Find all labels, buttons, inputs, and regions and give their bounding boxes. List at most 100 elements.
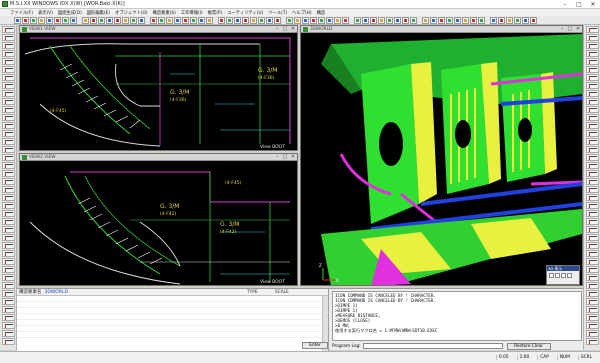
tool-button-icon[interactable]: [1, 74, 15, 81]
toolbar-button-icon[interactable]: [266, 16, 273, 24]
toolbar-button-icon[interactable]: [286, 16, 293, 24]
tool-button-icon[interactable]: [1, 202, 15, 209]
tool-button-icon[interactable]: [1, 298, 15, 305]
program-log-field[interactable]: [362, 343, 503, 349]
tool-button-icon[interactable]: [1, 162, 15, 169]
view-close-button[interactable]: ✕: [289, 26, 297, 32]
tool-button-icon[interactable]: [1, 234, 15, 241]
toolbar-button-icon[interactable]: [250, 16, 257, 24]
toolbar-button-icon[interactable]: [130, 16, 137, 24]
toolbar-button-icon[interactable]: [166, 16, 173, 24]
toolbar-button-icon[interactable]: [470, 16, 477, 24]
tool-button-icon[interactable]: [1, 282, 15, 289]
view-maximize-button[interactable]: □: [566, 26, 574, 32]
toolbar-button-icon[interactable]: [258, 16, 265, 24]
tool-button-icon[interactable]: [585, 282, 599, 289]
rotate-icon[interactable]: [549, 273, 554, 278]
minimize-button[interactable]: –: [558, 0, 572, 9]
toolbar-button-icon[interactable]: [354, 16, 361, 24]
tool-button-icon[interactable]: [585, 106, 599, 113]
toolbar-button-icon[interactable]: [318, 16, 325, 24]
toolbar-button-icon[interactable]: [462, 16, 469, 24]
tool-button-icon[interactable]: [585, 82, 599, 89]
toolbar-button-icon[interactable]: [498, 16, 505, 24]
toolbar-button-icon[interactable]: [430, 16, 437, 24]
pan-icon[interactable]: [555, 273, 560, 278]
toolbar-button-icon[interactable]: [490, 16, 497, 24]
view-maximize-button[interactable]: □: [281, 26, 289, 32]
tool-button-icon[interactable]: [1, 194, 15, 201]
tool-button-icon[interactable]: [585, 50, 599, 57]
maximize-button[interactable]: □: [572, 0, 586, 9]
toolbar-button-icon[interactable]: [422, 16, 429, 24]
tool-button-icon[interactable]: [585, 98, 599, 105]
tool-button-icon[interactable]: [585, 194, 599, 201]
tool-button-icon[interactable]: [1, 314, 15, 321]
toolbar-button-icon[interactable]: [334, 16, 341, 24]
toolbar-button-icon[interactable]: [326, 16, 333, 24]
toolbar-button-icon[interactable]: [158, 16, 165, 24]
3d-model-canvas[interactable]: Z X: [301, 34, 582, 286]
tool-button-icon[interactable]: [585, 186, 599, 193]
tool-button-icon[interactable]: [585, 138, 599, 145]
toolbar-button-icon[interactable]: [310, 16, 317, 24]
tool-button-icon[interactable]: [585, 290, 599, 297]
tool-button-icon[interactable]: [585, 298, 599, 305]
view-window-bottom-left[interactable]: VIEW2 VIEW – □ ✕ G. 3/M (4-F42) G. 3/M (…: [19, 153, 298, 286]
tool-button-icon[interactable]: [1, 322, 15, 329]
tool-button-icon[interactable]: [585, 258, 599, 265]
zoom-icon[interactable]: [561, 273, 566, 278]
tool-button-icon[interactable]: [585, 146, 599, 153]
tool-button-icon[interactable]: [585, 338, 599, 345]
tool-button-icon[interactable]: [1, 138, 15, 145]
tool-button-icon[interactable]: [585, 322, 599, 329]
drawing-canvas-top[interactable]: G. 3/M (4-F36) G. 3/M (4-F36) (4-F45) Vi…: [20, 34, 297, 151]
toolbar-button-icon[interactable]: [274, 16, 281, 24]
tool-button-icon[interactable]: [585, 306, 599, 313]
toolbar-button-icon[interactable]: [62, 16, 69, 24]
toolbar-button-icon[interactable]: [530, 16, 537, 24]
toolbar-button-icon[interactable]: [294, 16, 301, 24]
tool-button-icon[interactable]: [1, 178, 15, 185]
tool-button-icon[interactable]: [1, 186, 15, 193]
toolbar-button-icon[interactable]: [218, 16, 225, 24]
tool-button-icon[interactable]: [1, 106, 15, 113]
tool-button-icon[interactable]: [1, 330, 15, 337]
tool-button-icon[interactable]: [1, 146, 15, 153]
toolbar-button-icon[interactable]: [30, 16, 37, 24]
menu-item-object[interactable]: オブジェクト(O): [115, 10, 148, 16]
tool-button-icon[interactable]: [585, 58, 599, 65]
tool-button-icon[interactable]: [585, 274, 599, 281]
toolbar-button-icon[interactable]: [206, 16, 213, 24]
toolbar-button-icon[interactable]: [46, 16, 53, 24]
tool-button-icon[interactable]: [1, 50, 15, 57]
menu-item-view[interactable]: 表示(V): [38, 10, 53, 16]
view-window-3d[interactable]: 3DWORLD – □ ✕ Z X: [300, 25, 583, 286]
toolbar-button-icon[interactable]: [190, 16, 197, 24]
toolbar-button-icon[interactable]: [522, 16, 529, 24]
menu-item-tools[interactable]: ツール(T): [268, 10, 287, 16]
close-button[interactable]: ✕: [586, 0, 600, 9]
menu-item-info[interactable]: 工作情報(I): [181, 10, 203, 16]
toolbar-button-icon[interactable]: [342, 16, 349, 24]
restore-clear-button[interactable]: Restore Clear: [506, 342, 551, 350]
view-minimize-button[interactable]: –: [558, 26, 566, 32]
tool-button-icon[interactable]: [1, 66, 15, 73]
toolbar-button-icon[interactable]: [182, 16, 189, 24]
tool-button-icon[interactable]: [1, 154, 15, 161]
tool-button-icon[interactable]: [585, 250, 599, 257]
tool-button-icon[interactable]: [585, 42, 599, 49]
tool-button-icon[interactable]: [1, 90, 15, 97]
tool-button-icon[interactable]: [1, 26, 15, 33]
toolbar-button-icon[interactable]: [226, 16, 233, 24]
toolbar-button-icon[interactable]: [378, 16, 385, 24]
tool-button-icon[interactable]: [1, 210, 15, 217]
tool-button-icon[interactable]: [1, 34, 15, 41]
menu-item-structure[interactable]: 構造要素(S): [153, 10, 176, 16]
toolbar-button-icon[interactable]: [38, 16, 45, 24]
drawing-canvas-bottom[interactable]: G. 3/M (4-F42) G. 3/M (4-F42) (4-F45) Vi…: [20, 162, 297, 286]
toolbar-button-icon[interactable]: [386, 16, 393, 24]
tool-button-icon[interactable]: [585, 210, 599, 217]
tool-button-icon[interactable]: [585, 122, 599, 129]
tool-button-icon[interactable]: [585, 242, 599, 249]
